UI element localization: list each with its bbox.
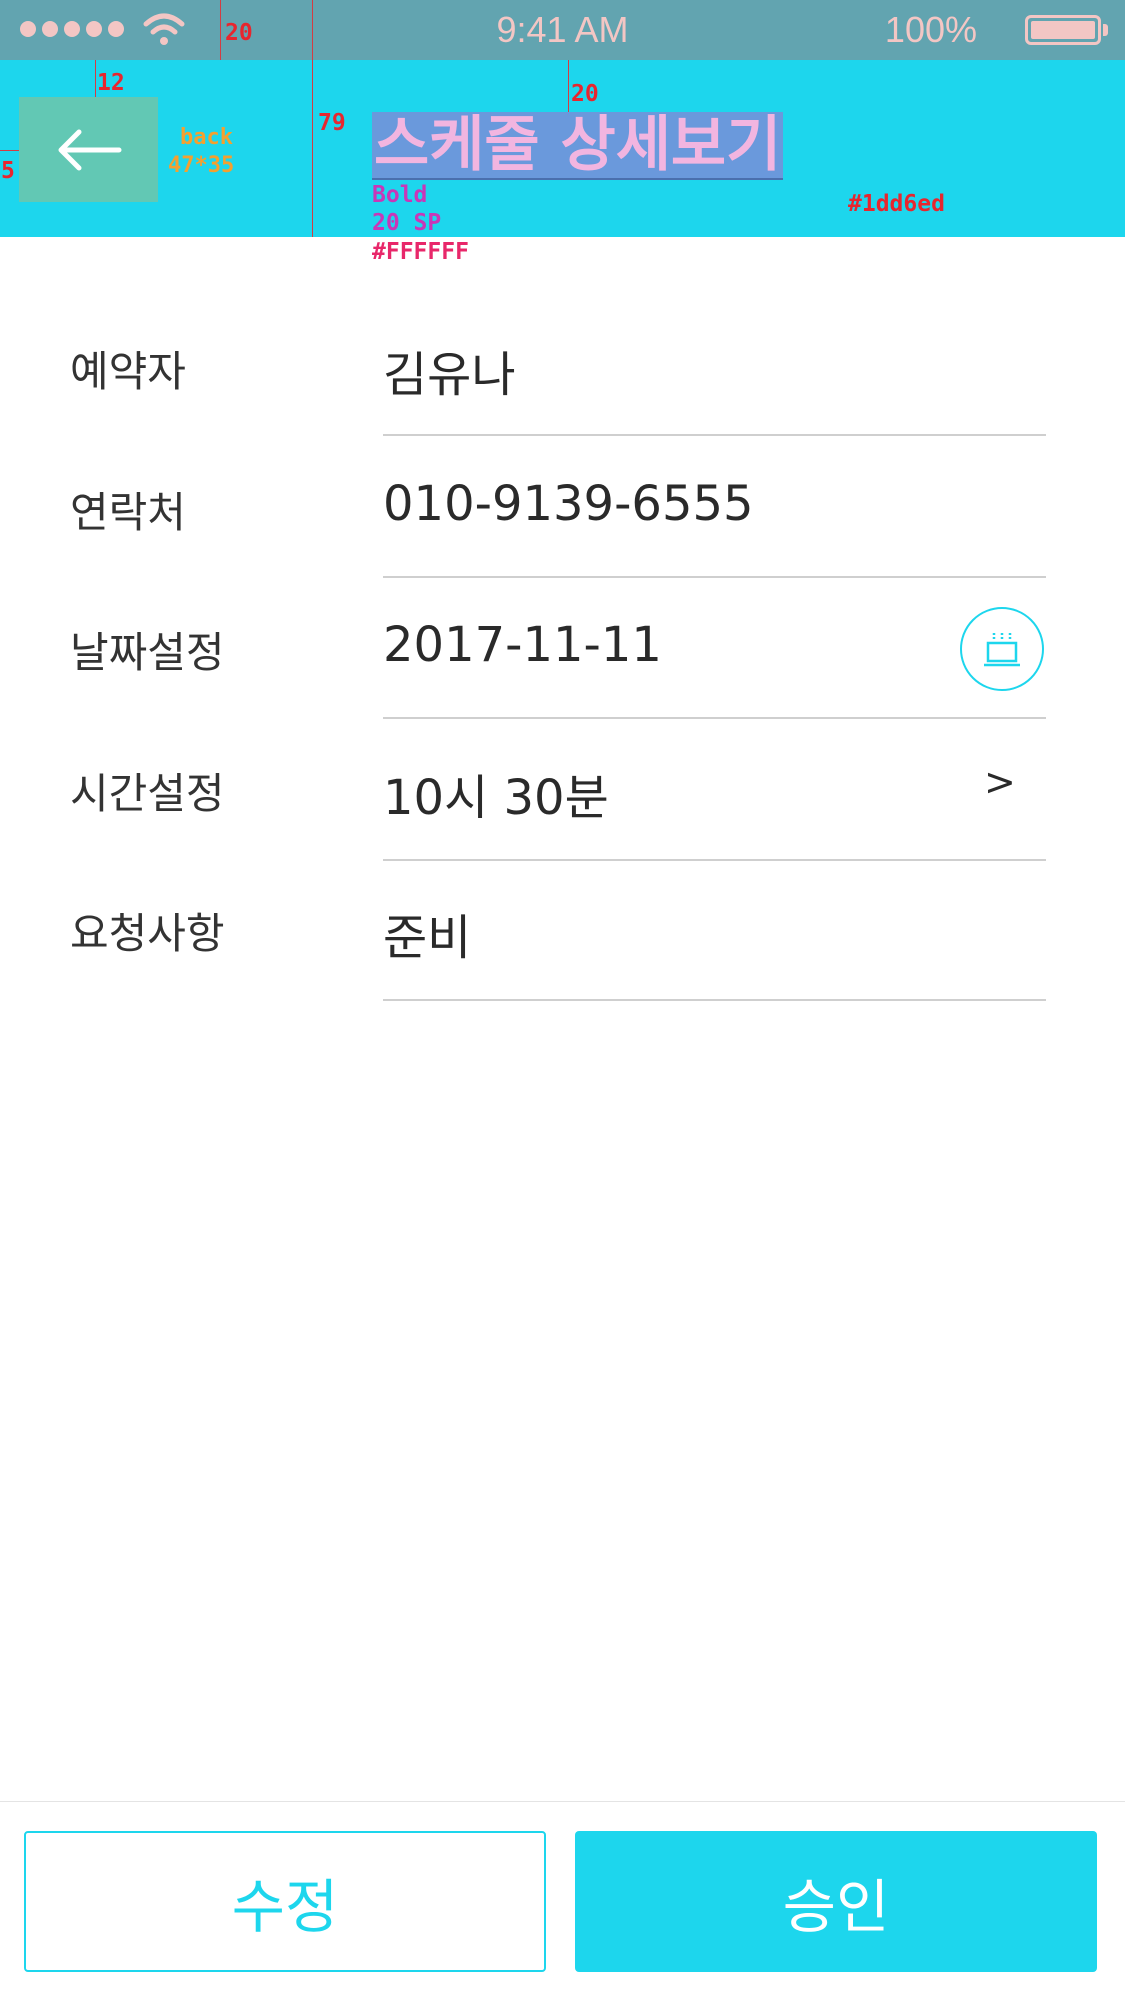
battery-percent: 100%	[884, 9, 977, 50]
chevron-right-icon[interactable]: >	[984, 760, 1016, 804]
page-title: 스케줄 상세보기	[372, 110, 784, 180]
battery-cap	[1103, 24, 1108, 36]
annotation-line	[568, 60, 569, 112]
value-contact: 010-9139-6555	[383, 476, 754, 532]
annotation-line	[95, 60, 96, 97]
annotation-back-size: 47*35	[168, 153, 235, 178]
annotation-back-label: back	[180, 125, 233, 150]
annotation-header-color: #1dd6ed	[848, 191, 945, 217]
annotation-title-weight: Bold	[372, 182, 428, 208]
annotation-line	[220, 0, 221, 60]
divider	[383, 859, 1046, 861]
back-button[interactable]	[19, 97, 158, 202]
value-reserver: 김유나	[383, 347, 516, 403]
edit-button[interactable]: 수정	[24, 1831, 546, 1972]
label-time: 시간설정	[70, 769, 225, 818]
annotation-line	[0, 150, 19, 151]
annotation-title-left: 79	[318, 110, 346, 136]
divider	[383, 434, 1046, 436]
annotation-title-top: 20	[571, 81, 599, 107]
footer-divider	[0, 1801, 1125, 1802]
calendar-button[interactable]	[960, 607, 1044, 691]
calendar-cake-icon	[984, 633, 1020, 667]
annotation-title-color: #FFFFFF	[372, 239, 469, 265]
value-request: 준비	[383, 910, 472, 966]
annotation-title-size: 20 SP	[372, 210, 442, 236]
divider	[383, 717, 1046, 719]
value-time[interactable]: 10시 30분	[383, 758, 609, 828]
annotation-line	[312, 0, 313, 237]
label-request: 요청사항	[70, 909, 225, 958]
approve-button[interactable]: 승인	[575, 1831, 1097, 1972]
annotation-back-top: 12	[97, 70, 125, 96]
label-reserver: 예약자	[70, 347, 186, 396]
annotation-statusbar-height: 20	[225, 20, 253, 46]
label-date: 날짜설정	[70, 628, 225, 677]
arrow-left-icon	[58, 129, 121, 170]
divider	[383, 576, 1046, 578]
annotation-back-left: 5	[1, 158, 15, 184]
battery-level-fill	[1031, 21, 1095, 39]
label-contact: 연락처	[70, 488, 186, 537]
divider	[383, 999, 1046, 1001]
battery-icon	[1025, 15, 1101, 45]
value-date[interactable]: 2017-11-11	[383, 617, 662, 673]
